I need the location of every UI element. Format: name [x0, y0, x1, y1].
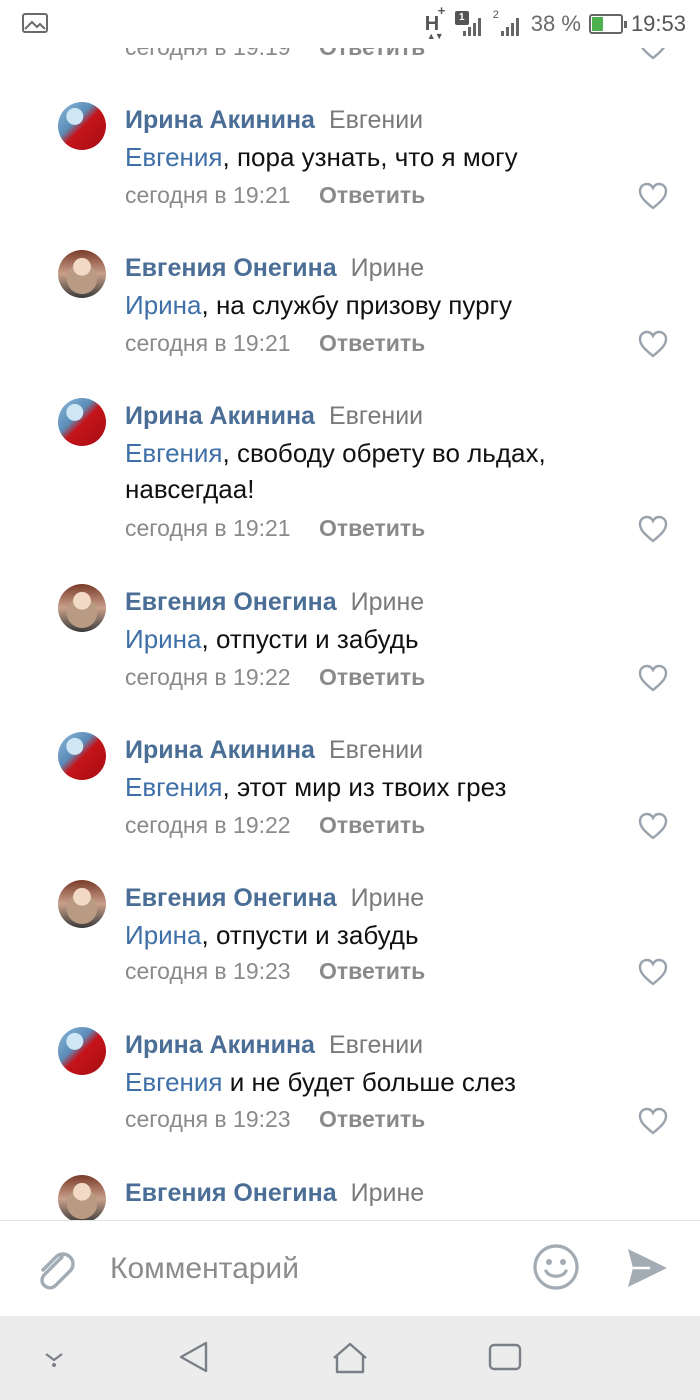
- heart-outline-icon[interactable]: [638, 812, 668, 840]
- avatar[interactable]: [58, 880, 106, 928]
- reply-to-name[interactable]: Ирине: [351, 588, 425, 616]
- reply-to-name[interactable]: Евгении: [329, 402, 423, 430]
- reply-to-name[interactable]: Евгении: [329, 1031, 423, 1059]
- heart-outline-icon[interactable]: [638, 182, 668, 210]
- heart-outline-icon[interactable]: [638, 515, 668, 543]
- reply-to-name[interactable]: Ирине: [351, 1179, 425, 1207]
- reply-button[interactable]: Ответить: [319, 664, 425, 690]
- gallery-icon: [22, 13, 48, 33]
- reply-button[interactable]: Ответить: [319, 182, 425, 208]
- avatar[interactable]: [58, 584, 106, 632]
- avatar[interactable]: [58, 398, 106, 446]
- reply-button[interactable]: Ответить: [319, 515, 425, 541]
- comment-input[interactable]: [110, 1245, 510, 1293]
- battery-percent: 38 %: [530, 11, 581, 36]
- smiley-icon[interactable]: [532, 1243, 580, 1291]
- comment-text: , отпусти и забудь: [201, 920, 419, 950]
- comment-date: сегодня в 19:22: [125, 812, 291, 838]
- avatar[interactable]: [58, 250, 106, 298]
- comment-author[interactable]: Ирина Акинина: [125, 402, 315, 430]
- mention-link[interactable]: Евгения: [125, 438, 223, 468]
- comment-text-block: Ирина, отпусти и забудь: [125, 621, 645, 657]
- comment-text-block: Евгения, этот мир из твоих грез: [125, 769, 645, 805]
- reply-to-name[interactable]: Евгении: [329, 106, 423, 134]
- comment-text: , пора узнать, что я могу: [222, 142, 518, 172]
- comment-author[interactable]: Ирина Акинина: [125, 736, 315, 764]
- hide-keyboard-icon[interactable]: [40, 1346, 68, 1368]
- reply-button[interactable]: Ответить: [319, 812, 425, 838]
- comment-date: сегодня в 19:21: [125, 182, 291, 208]
- heart-outline-icon[interactable]: [638, 330, 668, 358]
- battery-icon: ⚡: [588, 14, 627, 34]
- mention-link[interactable]: Ирина: [125, 624, 202, 654]
- reply-button[interactable]: Ответить: [319, 330, 425, 356]
- mention-link[interactable]: Ирина: [125, 920, 202, 950]
- comment-text: , этот мир из твоих грез: [222, 772, 507, 802]
- comment-text-block: Ирина, отпусти и забудь: [125, 917, 645, 953]
- comment-author[interactable]: Евгения Онегина: [125, 254, 337, 282]
- avatar[interactable]: [58, 1175, 106, 1220]
- comment-date: сегодня в 19:21: [125, 515, 291, 541]
- comment-author[interactable]: Евгения Онегина: [125, 588, 337, 616]
- mention-link[interactable]: Ирина: [125, 290, 202, 320]
- comment-list[interactable]: сегодня в 19:19 Ответить Ирина АкининаЕв…: [0, 0, 700, 1220]
- comment-date: сегодня в 19:23: [125, 958, 291, 984]
- avatar[interactable]: [58, 102, 106, 150]
- heart-outline-icon[interactable]: [638, 958, 668, 986]
- heart-outline-icon[interactable]: [638, 1107, 668, 1135]
- comment-input-bar: [0, 1220, 700, 1316]
- comment-text: и не будет больше слез: [222, 1067, 516, 1097]
- comment-author[interactable]: Ирина Акинина: [125, 106, 315, 134]
- mention-link[interactable]: Евгения: [125, 772, 223, 802]
- paperclip-icon[interactable]: [32, 1245, 78, 1293]
- comment-text: , отпусти и забудь: [201, 624, 419, 654]
- comment-date: сегодня в 19:21: [125, 330, 291, 356]
- avatar[interactable]: [58, 732, 106, 780]
- clock: 19:53: [630, 11, 686, 36]
- comment-date: сегодня в 19:22: [125, 664, 291, 690]
- comment-author[interactable]: Евгения Онегина: [125, 884, 337, 912]
- reply-to-name[interactable]: Ирине: [351, 884, 425, 912]
- avatar[interactable]: [58, 1027, 106, 1075]
- send-icon[interactable]: [624, 1245, 670, 1291]
- network-type-indicator: H + ▲▼: [424, 2, 446, 41]
- comment-text-block: Евгения, пора узнать, что я могу: [125, 139, 645, 175]
- comment-text-block: Евгения, свободу обрету во льдах, навсег…: [125, 435, 625, 507]
- home-icon[interactable]: [330, 1340, 370, 1376]
- comment-text-block: Ирина, на службу призову пургу: [125, 287, 645, 323]
- reply-to-name[interactable]: Евгении: [329, 736, 423, 764]
- sim2-signal-icon: 2: [493, 9, 523, 37]
- back-icon[interactable]: [176, 1340, 212, 1374]
- comment-text: , на службу призову пургу: [201, 290, 513, 320]
- reply-button[interactable]: Ответить: [319, 1106, 425, 1132]
- recent-apps-icon[interactable]: [487, 1340, 523, 1372]
- status-bar: H + ▲▼ 1 2 38 % ⚡ 19:53: [0, 0, 700, 48]
- comment-author[interactable]: Евгения Онегина: [125, 1179, 337, 1207]
- reply-button[interactable]: Ответить: [319, 958, 425, 984]
- comment-author[interactable]: Ирина Акинина: [125, 1031, 315, 1059]
- comment-date: сегодня в 19:23: [125, 1106, 291, 1132]
- sim1-signal-icon: 1: [454, 11, 485, 37]
- system-navigation-bar: [0, 1316, 700, 1400]
- reply-to-name[interactable]: Ирине: [351, 254, 425, 282]
- mention-link[interactable]: Евгения: [125, 1067, 223, 1097]
- mention-link[interactable]: Евгения: [125, 142, 223, 172]
- comment-text-block: Евгения и не будет больше слез: [125, 1064, 645, 1100]
- heart-outline-icon[interactable]: [638, 664, 668, 692]
